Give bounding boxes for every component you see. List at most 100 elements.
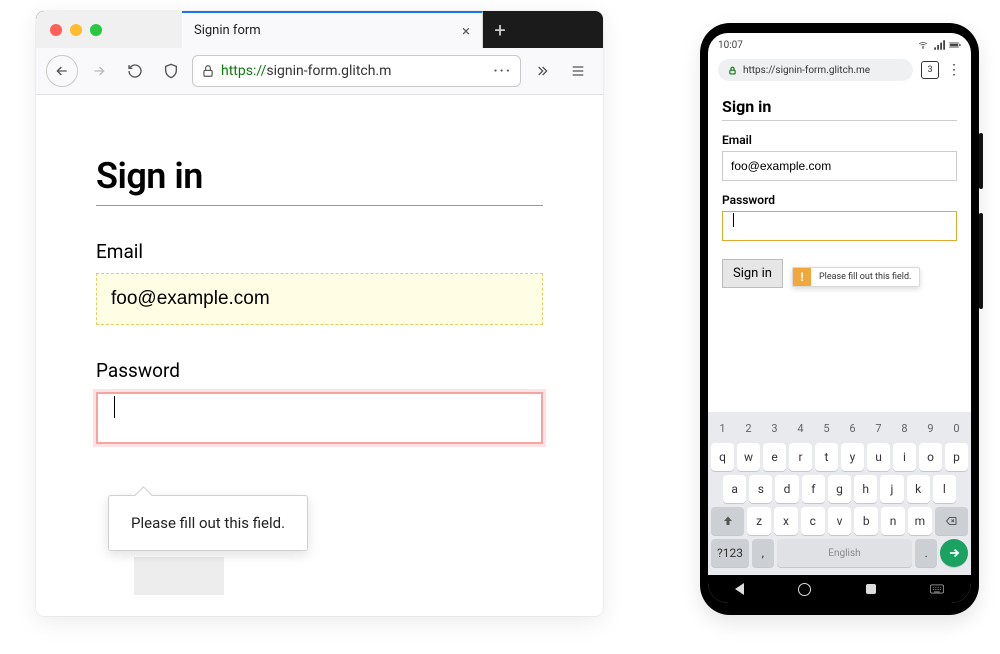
tracking-protection-button[interactable]: [156, 56, 186, 86]
password-field[interactable]: [96, 392, 543, 444]
minimize-window-icon[interactable]: [70, 24, 82, 36]
reload-icon: [127, 63, 143, 79]
key-4[interactable]: 4: [789, 417, 812, 439]
keyboard-hint-row: 1234567890: [711, 417, 968, 439]
key-j[interactable]: j: [880, 475, 903, 503]
key-6[interactable]: 6: [841, 417, 864, 439]
backspace-icon: [944, 515, 958, 527]
key-space[interactable]: English: [777, 539, 913, 567]
key-r[interactable]: r: [789, 443, 812, 471]
close-tab-icon[interactable]: ×: [462, 22, 470, 40]
key-enter[interactable]: [940, 539, 968, 567]
sign-in-button[interactable]: Sign in: [722, 259, 783, 288]
key-w[interactable]: w: [737, 443, 760, 471]
email-field[interactable]: [722, 151, 957, 181]
keyboard-row-3: zxcvbnm: [711, 507, 968, 535]
key-o[interactable]: o: [919, 443, 942, 471]
key-v[interactable]: v: [828, 507, 852, 535]
tab-switcher-button[interactable]: 3: [921, 61, 939, 79]
tab-title: Signin form: [194, 23, 261, 38]
shift-icon: [722, 515, 734, 527]
key-l[interactable]: l: [933, 475, 956, 503]
keyboard-row-bottom: ?123 , English .: [711, 539, 968, 567]
key-i[interactable]: i: [893, 443, 916, 471]
key-8[interactable]: 8: [893, 417, 916, 439]
mobile-url-text: https://signin-form.glitch.me: [743, 65, 870, 76]
soft-keyboard: 1234567890 qwertyuiop asdfghjkl zxcvbnm …: [708, 412, 971, 575]
window-controls: [36, 11, 128, 48]
app-menu-button[interactable]: [563, 56, 593, 86]
key-7[interactable]: 7: [867, 417, 890, 439]
key-g[interactable]: g: [828, 475, 851, 503]
key-9[interactable]: 9: [919, 417, 942, 439]
email-label: Email: [722, 133, 957, 147]
key-u[interactable]: u: [867, 443, 890, 471]
key-2[interactable]: 2: [737, 417, 760, 439]
maximize-window-icon[interactable]: [90, 24, 102, 36]
mobile-device-frame: 10:07 https://signin-form.glitch.me 3 ⋮ …: [700, 23, 979, 615]
key-1[interactable]: 1: [711, 417, 734, 439]
key-b[interactable]: b: [854, 507, 878, 535]
key-backspace[interactable]: [935, 507, 968, 535]
key-0[interactable]: 0: [945, 417, 968, 439]
validation-tooltip: ! Please fill out this field.: [792, 267, 920, 287]
key-y[interactable]: y: [841, 443, 864, 471]
page-actions-icon[interactable]: ···: [493, 63, 512, 79]
key-p[interactable]: p: [945, 443, 968, 471]
password-label: Password: [722, 193, 957, 207]
text-caret-icon: [114, 396, 115, 418]
email-field[interactable]: [96, 273, 543, 325]
arrow-left-icon: [54, 63, 70, 79]
key-d[interactable]: d: [775, 475, 798, 503]
nav-home-button[interactable]: [798, 583, 811, 596]
chevrons-right-icon: [534, 63, 550, 79]
new-tab-button[interactable]: +: [483, 11, 517, 48]
key-s[interactable]: s: [749, 475, 772, 503]
key-n[interactable]: n: [881, 507, 905, 535]
keyboard-toggle-icon[interactable]: [930, 584, 944, 594]
browser-menu-button[interactable]: ⋮: [947, 62, 961, 78]
mobile-page-content: Sign in Email Password Sign in ! Please …: [708, 89, 971, 412]
nav-recent-button[interactable]: [866, 584, 876, 594]
address-bar[interactable]: https://signin-form.glitch.m ···: [192, 55, 521, 87]
reload-button[interactable]: [120, 56, 150, 86]
key-3[interactable]: 3: [763, 417, 786, 439]
url-text: https://signin-form.glitch.m: [221, 63, 487, 79]
lock-icon: [201, 64, 215, 78]
key-z[interactable]: z: [747, 507, 771, 535]
desktop-browser-window: Signin form × + https://signin-form.glit…: [36, 11, 603, 616]
key-q[interactable]: q: [711, 443, 734, 471]
key-m[interactable]: m: [908, 507, 932, 535]
submit-button-obscured[interactable]: [134, 557, 224, 595]
key-t[interactable]: t: [815, 443, 838, 471]
overflow-button[interactable]: [527, 56, 557, 86]
key-period[interactable]: .: [915, 539, 937, 567]
power-button[interactable]: [979, 133, 983, 189]
key-shift[interactable]: [711, 507, 744, 535]
nav-back-button[interactable]: [735, 583, 744, 595]
hamburger-icon: [570, 63, 586, 79]
key-c[interactable]: c: [801, 507, 825, 535]
close-window-icon[interactable]: [50, 24, 62, 36]
key-f[interactable]: f: [802, 475, 825, 503]
key-symbols[interactable]: ?123: [711, 539, 749, 567]
keyboard-row-1: qwertyuiop: [711, 443, 968, 471]
key-e[interactable]: e: [763, 443, 786, 471]
key-5[interactable]: 5: [815, 417, 838, 439]
keyboard-row-2: asdfghjkl: [711, 475, 968, 503]
key-h[interactable]: h: [854, 475, 877, 503]
password-field[interactable]: [722, 211, 957, 241]
page-title: Sign in: [722, 97, 957, 121]
validation-tooltip: Please fill out this field.: [108, 495, 308, 551]
key-x[interactable]: x: [774, 507, 798, 535]
tab-strip-spacer: [128, 11, 182, 48]
mobile-address-bar[interactable]: https://signin-form.glitch.me: [718, 59, 913, 81]
status-bar: 10:07: [708, 33, 971, 55]
key-a[interactable]: a: [723, 475, 746, 503]
back-button[interactable]: [46, 55, 78, 87]
volume-button[interactable]: [979, 213, 983, 309]
key-k[interactable]: k: [907, 475, 930, 503]
key-comma[interactable]: ,: [752, 539, 774, 567]
clock: 10:07: [718, 40, 743, 51]
browser-tab[interactable]: Signin form ×: [182, 11, 483, 48]
